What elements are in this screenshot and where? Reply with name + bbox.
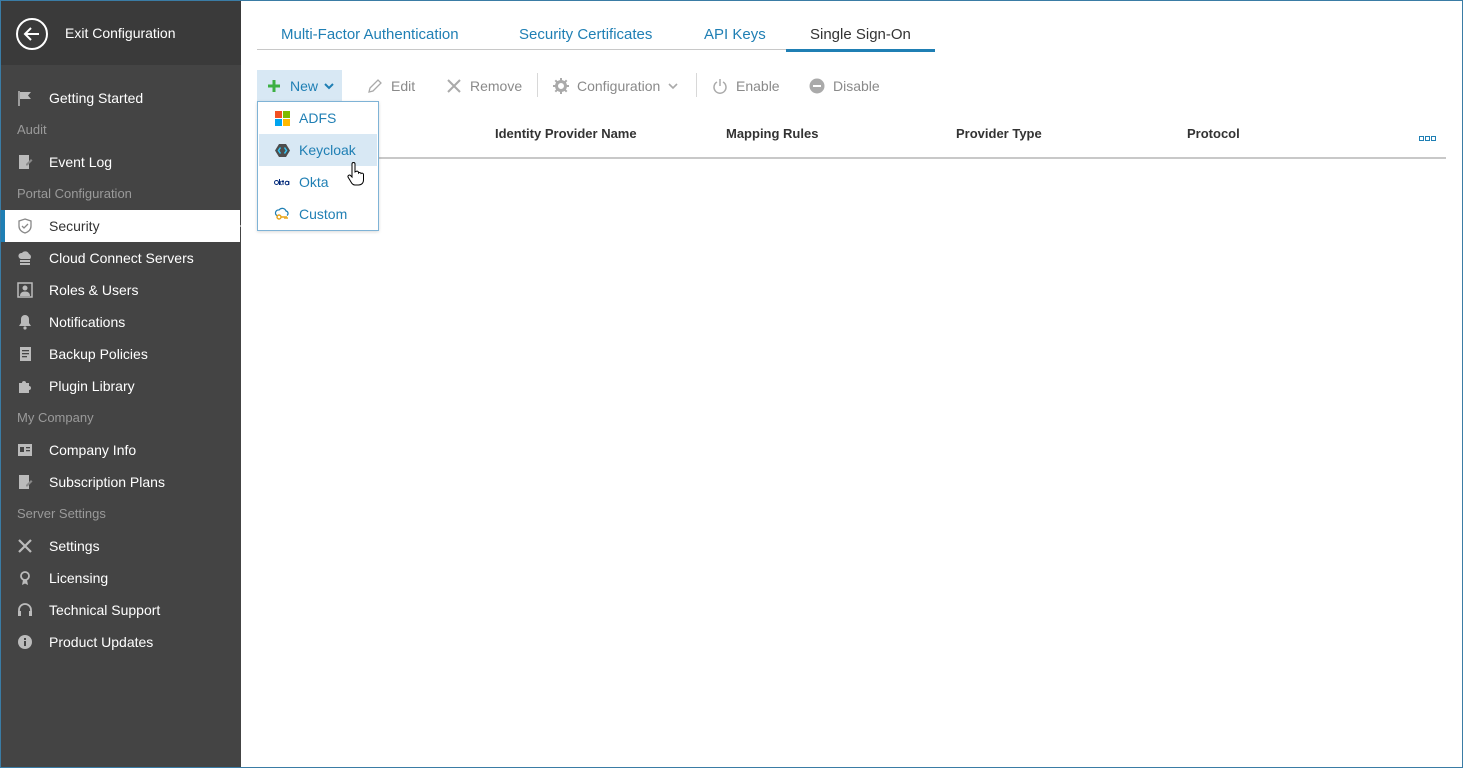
sidebar-item-plugin-library[interactable]: Plugin Library	[1, 370, 241, 402]
sidebar-item-label: Company Info	[49, 442, 137, 458]
menu-item-label: Keycloak	[299, 142, 356, 158]
sidebar-item-company-info[interactable]: Company Info	[1, 434, 241, 466]
company-card-icon	[17, 442, 33, 458]
exit-configuration-label: Exit Configuration	[65, 25, 176, 41]
cloud-server-icon	[17, 250, 33, 266]
sidebar-item-technical-support[interactable]: Technical Support	[1, 594, 241, 626]
document-icon	[17, 346, 33, 362]
sidebar-item-label: Backup Policies	[49, 346, 148, 362]
new-button-label: New	[290, 77, 319, 94]
license-icon	[17, 570, 33, 586]
sidebar-item-notifications[interactable]: Notifications	[1, 306, 241, 338]
keycloak-icon	[274, 142, 290, 158]
okta-icon	[274, 174, 290, 190]
section-server-settings: Server Settings	[17, 506, 106, 521]
sidebar-item-settings[interactable]: Settings	[1, 530, 241, 562]
toolbar-separator	[537, 73, 538, 97]
menu-item-adfs[interactable]: ADFS	[259, 102, 377, 134]
sidebar-item-security[interactable]: Security	[1, 210, 250, 242]
flag-icon	[17, 90, 33, 106]
minus-circle-icon	[809, 78, 825, 94]
sidebar-item-label: Licensing	[49, 570, 109, 586]
new-button[interactable]: New	[257, 70, 342, 101]
menu-item-label: Custom	[299, 206, 348, 222]
sidebar-item-label: Notifications	[49, 314, 126, 330]
sidebar-item-label: Plugin Library	[49, 378, 135, 394]
sidebar-item-label: Cloud Connect Servers	[49, 250, 194, 266]
section-portal-configuration: Portal Configuration	[17, 186, 132, 201]
sidebar-item-backup-policies[interactable]: Backup Policies	[1, 338, 241, 370]
sidebar-item-label: Settings	[49, 538, 100, 554]
edit-document-icon	[17, 474, 33, 490]
edit-button[interactable]: Edit	[367, 70, 415, 101]
section-my-company: My Company	[17, 410, 94, 425]
sidebar-item-label: Event Log	[49, 154, 113, 170]
shield-icon	[17, 218, 33, 234]
sidebar-item-label: Product Updates	[49, 634, 154, 650]
sidebar-item-licensing[interactable]: Licensing	[1, 562, 241, 594]
windows-icon	[274, 110, 290, 126]
info-icon	[17, 634, 33, 650]
headset-icon	[17, 602, 33, 618]
column-header-provider-type[interactable]: Provider Type	[956, 126, 1042, 141]
edit-button-label: Edit	[391, 77, 416, 94]
configuration-button-label: Configuration	[577, 77, 661, 94]
column-header-mapping-rules[interactable]: Mapping Rules	[726, 126, 818, 141]
tab-single-sign-on[interactable]: Single Sign-On	[810, 26, 911, 43]
sidebar-item-event-log[interactable]: Event Log	[1, 146, 241, 178]
sidebar: Exit Configuration Getting Started Audit…	[1, 1, 250, 767]
section-audit: Audit	[17, 122, 47, 137]
close-icon	[446, 78, 462, 94]
tools-icon	[17, 538, 33, 554]
sidebar-item-cloud-connect-servers[interactable]: Cloud Connect Servers	[1, 242, 241, 274]
exit-configuration-button[interactable]: Exit Configuration	[1, 1, 241, 65]
disable-button[interactable]: Disable	[809, 70, 880, 101]
sidebar-item-roles-users[interactable]: Roles & Users	[1, 274, 241, 306]
sidebar-item-getting-started[interactable]: Getting Started	[1, 82, 241, 114]
sidebar-item-label: Security	[49, 218, 100, 234]
enable-button-label: Enable	[736, 77, 780, 94]
enable-button[interactable]: Enable	[712, 70, 780, 101]
remove-button-label: Remove	[470, 77, 523, 94]
plus-icon	[266, 78, 282, 94]
menu-item-label: ADFS	[299, 110, 337, 126]
active-tab-indicator	[786, 49, 935, 52]
tab-multi-factor-authentication[interactable]: Multi-Factor Authentication	[281, 26, 459, 43]
sidebar-item-label: Getting Started	[49, 90, 144, 106]
puzzle-icon	[17, 378, 33, 394]
gear-icon	[553, 77, 569, 94]
tab-api-keys[interactable]: API Keys	[704, 26, 766, 43]
column-header-identity-provider-name[interactable]: Identity Provider Name	[495, 126, 637, 141]
menu-item-label: Okta	[299, 174, 329, 190]
table-header-divider	[257, 157, 1446, 159]
chevron-down-icon	[668, 82, 678, 90]
sidebar-item-subscription-plans[interactable]: Subscription Plans	[1, 466, 241, 498]
toolbar-separator	[696, 73, 697, 97]
column-header-protocol[interactable]: Protocol	[1187, 126, 1240, 141]
chevron-down-icon	[324, 82, 334, 90]
column-chooser-icon[interactable]	[1419, 130, 1437, 141]
remove-button[interactable]: Remove	[446, 70, 522, 101]
bell-icon	[17, 314, 33, 330]
sidebar-item-label: Roles & Users	[49, 282, 139, 298]
custom-key-icon	[274, 206, 290, 222]
sidebar-item-product-updates[interactable]: Product Updates	[1, 626, 241, 658]
menu-item-custom[interactable]: Custom	[259, 198, 377, 230]
event-log-icon	[17, 154, 33, 170]
sidebar-item-label: Technical Support	[49, 602, 161, 618]
user-card-icon	[17, 282, 33, 298]
tab-security-certificates[interactable]: Security Certificates	[519, 26, 652, 43]
power-icon	[712, 78, 728, 94]
pencil-icon	[367, 78, 383, 94]
disable-button-label: Disable	[833, 77, 880, 94]
configuration-button[interactable]: Configuration	[553, 70, 678, 101]
back-arrow-icon	[16, 18, 48, 50]
hand-pointer-cursor-icon	[347, 162, 365, 188]
sidebar-item-label: Subscription Plans	[49, 474, 165, 490]
